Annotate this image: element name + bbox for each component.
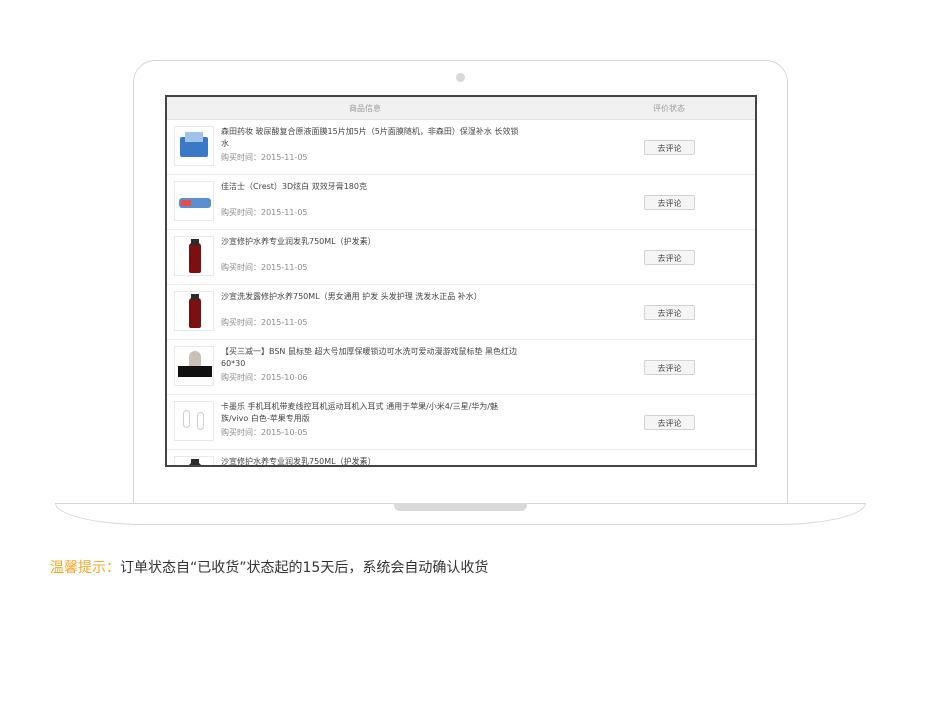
review-button[interactable]: 去评论 (644, 250, 695, 265)
table-row: 佳洁士（Crest）3D炫白 双效牙膏180克 购买时间：2015-11-05 … (167, 175, 755, 230)
table-row: 森田药妆 玻尿酸复合原液面膜15片加5片（5片面膜随机，非森田）保湿补水 长效锁… (167, 120, 755, 175)
earphone-icon[interactable] (174, 401, 214, 441)
product-name[interactable]: 沙宣修护水养专业润发乳750ML（护发素） (221, 236, 521, 248)
laptop-notch (394, 503, 527, 511)
tip-text: 订单状态自“已收货”状态起的15天后，系统会自动确认收货 (120, 560, 489, 576)
product-name[interactable]: 卡墨乐 手机耳机带麦线控耳机运动耳机入耳式 通用于苹果/小米4/三星/华为/魅族… (221, 401, 521, 425)
bottle-icon[interactable] (174, 236, 214, 276)
purchase-date: 购买时间：2015-11-05 (221, 318, 308, 327)
order-list: 森田药妆 玻尿酸复合原液面膜15片加5片（5片面膜随机，非森田）保湿补水 长效锁… (167, 120, 755, 465)
tip-message: 温馨提示：订单状态自“已收货”状态起的15天后，系统会自动确认收货 (50, 559, 488, 577)
purchase-date: 购买时间：2015-11-05 (221, 153, 308, 162)
product-name[interactable]: 沙宣修护水养专业润发乳750ML（护发素） (221, 456, 521, 465)
table-row: 卡墨乐 手机耳机带麦线控耳机运动耳机入耳式 通用于苹果/小米4/三星/华为/魅族… (167, 395, 755, 450)
laptop-screen: 商品信息 评价状态 森田药妆 玻尿酸复合原液面膜15片加5片（5片面膜随机，非森… (165, 95, 757, 467)
header-goods-info: 商品信息 (349, 104, 381, 113)
header-review-status: 评价状态 (653, 104, 685, 113)
purchase-date: 购买时间：2015-10-05 (221, 428, 308, 437)
table-header: 商品信息 评价状态 (167, 97, 755, 120)
purchase-date: 购买时间：2015-10-06 (221, 373, 308, 382)
review-button[interactable]: 去评论 (644, 360, 695, 375)
bottle-icon[interactable] (174, 456, 214, 465)
bottle-icon[interactable] (174, 291, 214, 331)
mousepad-icon[interactable] (174, 346, 214, 386)
table-row: 【买三减一】BSN 鼠标垫 超大号加厚保暖锁边可水洗可爱动漫游戏鼠标垫 黑色红边… (167, 340, 755, 395)
purchase-date: 购买时间：2015-11-05 (221, 263, 308, 272)
product-name[interactable]: 沙宣洗发露修护水养750ML（男女通用 护发 头发护理 洗发水正品 补水） (221, 291, 521, 303)
table-row: 沙宣修护水养专业润发乳750ML（护发素） 购买时间：2015-11-05 去评… (167, 230, 755, 285)
review-button[interactable]: 去评论 (644, 305, 695, 320)
product-name[interactable]: 佳洁士（Crest）3D炫白 双效牙膏180克 (221, 181, 521, 193)
purchase-date: 购买时间：2015-11-05 (221, 208, 308, 217)
tip-label: 温馨提示： (50, 560, 120, 576)
review-button[interactable]: 去评论 (644, 195, 695, 210)
camera-icon (456, 73, 465, 82)
product-name[interactable]: 森田药妆 玻尿酸复合原液面膜15片加5片（5片面膜随机，非森田）保湿补水 长效锁… (221, 126, 521, 150)
table-row: 沙宣修护水养专业润发乳750ML（护发素） (167, 450, 755, 465)
product-name[interactable]: 【买三减一】BSN 鼠标垫 超大号加厚保暖锁边可水洗可爱动漫游戏鼠标垫 黑色红边… (221, 346, 521, 370)
table-row: 沙宣洗发露修护水养750ML（男女通用 护发 头发护理 洗发水正品 补水） 购买… (167, 285, 755, 340)
toothpaste-icon[interactable] (174, 181, 214, 221)
mask-box-icon[interactable] (174, 126, 214, 166)
review-button[interactable]: 去评论 (644, 140, 695, 155)
review-button[interactable]: 去评论 (644, 415, 695, 430)
